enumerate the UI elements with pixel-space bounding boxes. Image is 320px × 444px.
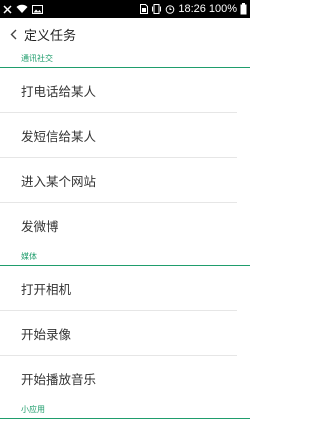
section-header-social: 通讯社交 <box>0 50 250 68</box>
list-item-website[interactable]: 进入某个网站 <box>0 158 237 203</box>
list-item-call[interactable]: 打电话给某人 <box>0 68 237 113</box>
alarm-icon <box>166 5 175 14</box>
chevron-left-icon[interactable] <box>4 24 22 44</box>
image-icon <box>32 4 43 14</box>
page-title: 定义任务 <box>24 28 77 44</box>
status-bar-left <box>0 4 43 14</box>
section-header-apps: 小应用 <box>0 401 250 419</box>
wifi-icon <box>16 4 28 13</box>
list-item-weibo[interactable]: 发微博 <box>0 203 237 248</box>
section-header-media: 媒体 <box>0 248 250 266</box>
battery-percent: 100% <box>208 3 237 15</box>
task-list: 通讯社交 打电话给某人 发短信给某人 进入某个网站 发微博 媒体 打开相机 开始… <box>0 50 250 419</box>
page-header: 定义任务 <box>0 18 250 50</box>
list-item-record-video[interactable]: 开始录像 <box>0 311 237 356</box>
list-item-sms[interactable]: 发短信给某人 <box>0 113 237 158</box>
status-bar-right: 18:26 100% <box>140 0 250 18</box>
sim-icon <box>140 4 149 14</box>
battery-icon <box>240 3 247 15</box>
status-time: 18:26 <box>178 3 206 15</box>
close-x-icon <box>3 4 12 14</box>
vibrate-icon <box>152 4 162 14</box>
list-item-play-music[interactable]: 开始播放音乐 <box>0 356 237 401</box>
status-bar: 18:26 100% <box>0 0 250 18</box>
list-item-camera[interactable]: 打开相机 <box>0 266 237 311</box>
